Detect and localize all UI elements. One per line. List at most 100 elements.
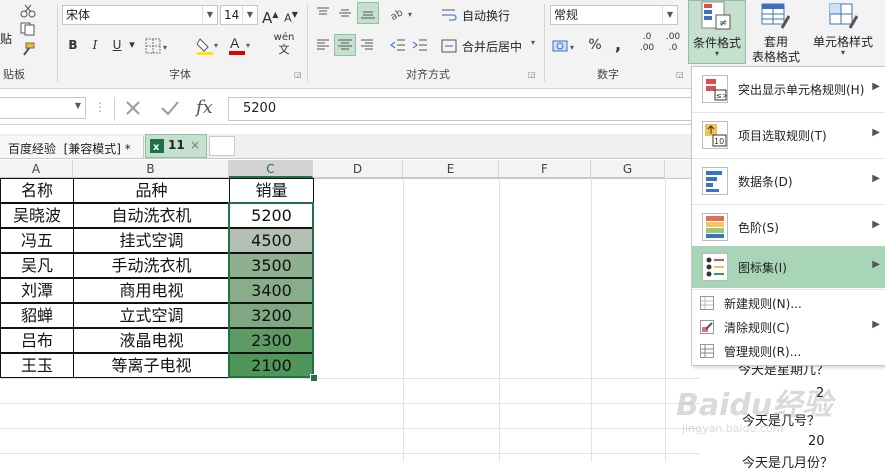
cell-styles-button[interactable]: 单元格样式 ▾ (806, 0, 880, 64)
svg-text:≠: ≠ (719, 18, 727, 29)
close-icon[interactable]: × (190, 138, 200, 152)
column-header-A[interactable]: A (0, 160, 73, 178)
chevron-down-icon: ▼ (662, 6, 677, 24)
cell-C8[interactable]: 2100 (229, 353, 314, 378)
gridline (499, 178, 500, 462)
dialog-launcher-icon[interactable]: ◲ (676, 70, 684, 79)
cell-A1[interactable]: 名称 (0, 178, 74, 203)
cell-C6[interactable]: 3200 (229, 303, 314, 328)
cell-A2[interactable]: 吴晓波 (0, 203, 74, 228)
decrease-decimal-button[interactable]: .00.0 (662, 32, 684, 54)
new-tab-button[interactable] (209, 136, 235, 156)
gridline (665, 178, 666, 462)
fill-handle[interactable] (310, 374, 318, 382)
insert-function-button[interactable]: fx (196, 97, 213, 118)
svg-text:x: x (153, 142, 160, 153)
orientation-icon[interactable]: ab ▾ (389, 6, 416, 23)
percent-button[interactable]: % (586, 34, 604, 56)
align-right-icon[interactable] (360, 38, 374, 52)
paste-button[interactable]: 贴 (0, 8, 14, 48)
cell-A3[interactable]: 冯五 (0, 228, 74, 253)
format-as-table-button[interactable]: 套用 表格格式 (748, 0, 804, 64)
format-painter-icon[interactable] (20, 42, 36, 56)
font-name-combo[interactable]: 宋体 ▼ (62, 5, 218, 25)
watermark-logo: Baidu经验 (676, 388, 833, 423)
cell-B8[interactable]: 等离子电视 (73, 353, 230, 378)
cell-B5[interactable]: 商用电视 (73, 278, 230, 303)
cell-A5[interactable]: 刘潭 (0, 278, 74, 303)
cell-A4[interactable]: 吴凡 (0, 253, 74, 278)
decrease-indent-icon[interactable] (390, 38, 406, 52)
chevron-down-icon[interactable]: ▾ (127, 34, 137, 56)
cell-C2[interactable]: 5200 (229, 203, 314, 228)
phonetic-button[interactable]: wén 文 (270, 32, 298, 56)
cell-B4[interactable]: 手动洗衣机 (73, 253, 230, 278)
enter-check-icon[interactable] (160, 99, 180, 117)
cell-C5[interactable]: 3400 (229, 278, 314, 303)
border-button[interactable]: ▾ (145, 38, 169, 54)
increase-indent-icon[interactable] (412, 38, 428, 52)
font-size-combo[interactable]: 14 ▼ (220, 5, 258, 25)
column-header-F[interactable]: F (499, 160, 591, 178)
menu-item-new-rule[interactable]: 新建规则(N)... (692, 291, 885, 315)
dialog-launcher-icon[interactable]: ◲ (528, 70, 536, 79)
cell-B2[interactable]: 自动洗衣机 (73, 203, 230, 228)
workbook-tab-active[interactable]: x 11 × (145, 134, 207, 158)
copy-icon[interactable] (20, 22, 36, 36)
align-middle-icon[interactable] (338, 6, 352, 20)
cancel-icon[interactable] (124, 99, 142, 117)
menu-item-highlight-rules[interactable]: ≤> 突出显示单元格规则(H) ▶ (692, 67, 885, 112)
sheet-text-a2: 20 (808, 434, 825, 449)
align-left-icon[interactable] (316, 38, 330, 52)
cell-C3[interactable]: 4500 (229, 228, 314, 253)
column-header-D[interactable]: D (313, 160, 403, 178)
align-top-icon[interactable] (316, 6, 330, 20)
italic-button[interactable]: I (86, 34, 104, 56)
workbook-tab[interactable]: 百度经验 [兼容模式] * (0, 136, 144, 158)
cell-A6[interactable]: 貂蝉 (0, 303, 74, 328)
column-header-E[interactable]: E (403, 160, 499, 178)
bold-button[interactable]: B (64, 34, 82, 56)
cell-A8[interactable]: 王玉 (0, 353, 74, 378)
cell-B6[interactable]: 立式空调 (73, 303, 230, 328)
menu-item-top-bottom-rules[interactable]: 10 项目选取规则(T) ▶ (692, 113, 885, 158)
cell-B3[interactable]: 挂式空调 (73, 228, 230, 253)
cut-icon[interactable] (20, 4, 36, 18)
conditional-format-button[interactable]: ≠ 条件格式 ▾ (688, 0, 746, 64)
number-format-combo[interactable]: 常规 ▼ (550, 5, 678, 25)
menu-item-manage-rules[interactable]: 管理规则(R)... (692, 339, 885, 363)
formula-input[interactable]: 5200 (228, 97, 700, 121)
chevron-right-icon: ▶ (872, 319, 880, 330)
menu-item-label: 新建规则(N)... (724, 297, 802, 311)
menu-item-clear-rules[interactable]: 清除规则(C) ▶ (692, 315, 885, 339)
menu-item-data-bars[interactable]: 数据条(D) ▶ (692, 159, 885, 204)
column-header-G[interactable]: G (591, 160, 665, 178)
cell-A7[interactable]: 吕布 (0, 328, 74, 353)
accounting-format-icon[interactable]: ▾ (552, 38, 578, 54)
cell-B7[interactable]: 液晶电视 (73, 328, 230, 353)
chevron-right-icon: ▶ (872, 81, 880, 92)
font-color-button[interactable]: A ▾ (228, 34, 254, 56)
column-header-B[interactable]: B (73, 160, 229, 178)
underline-button[interactable]: U (108, 34, 126, 56)
align-center-button[interactable] (334, 34, 356, 56)
align-bottom-button[interactable] (357, 2, 379, 24)
grow-font-button[interactable]: A▲ (262, 4, 278, 27)
dialog-launcher-icon[interactable]: ◲ (294, 70, 302, 79)
cell-C7[interactable]: 2300 (229, 328, 314, 353)
wrap-text-button[interactable]: 自动换行 (441, 6, 531, 24)
name-box[interactable]: ▼ (0, 97, 86, 119)
column-header-C[interactable]: C (229, 160, 313, 178)
color-scales-icon (702, 213, 728, 241)
cell-C1[interactable]: 销量 (229, 178, 314, 203)
comma-button[interactable]: , (609, 34, 627, 56)
shrink-font-button[interactable]: A▼ (283, 4, 299, 26)
merge-center-button[interactable]: 合并后居中 ▾ (441, 37, 541, 55)
menu-item-color-scales[interactable]: 色阶(S) ▶ (692, 205, 885, 250)
menu-item-icon-sets[interactable]: 图标集(I) ▶ (692, 246, 885, 288)
cell-B1[interactable]: 品种 (73, 178, 230, 203)
increase-decimal-button[interactable]: .0.00 (636, 32, 658, 54)
svg-text:ab: ab (390, 7, 405, 20)
fill-color-button[interactable]: ▾ (196, 36, 222, 56)
cell-C4[interactable]: 3500 (229, 253, 314, 278)
